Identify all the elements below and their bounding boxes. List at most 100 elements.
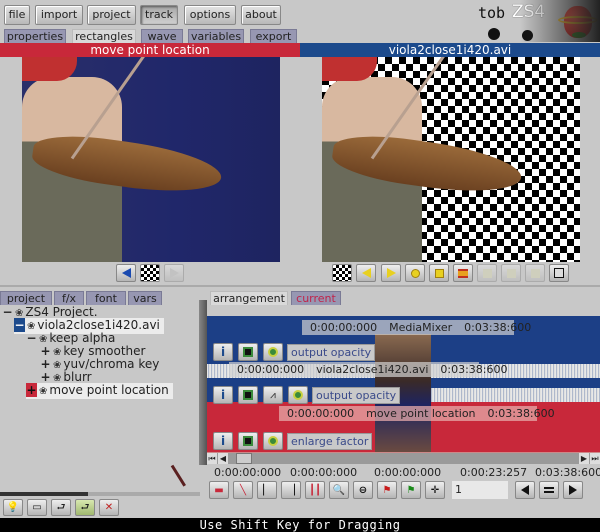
mark-in-button[interactable]: ▏	[257, 481, 277, 499]
menu-track[interactable]: track	[140, 5, 178, 25]
zoom-fit-icon	[554, 268, 564, 278]
range-button[interactable]: ┃┃	[305, 481, 325, 499]
frame-icon	[243, 347, 253, 357]
import-icon: ⮐	[56, 501, 66, 513]
timeline: 0:00:00:000 MediaMixer 0:03:38:600 i output …	[207, 316, 600, 452]
track-visibility-button[interactable]	[238, 386, 258, 404]
tab-variables[interactable]: variables	[188, 29, 244, 43]
track-parameter-label[interactable]: enlarge factor	[287, 433, 373, 450]
timeline-scrollbar[interactable]: ⏮ ◀ ▶ ⏭	[207, 452, 600, 464]
waveform-icon: ⩘	[270, 389, 276, 401]
center-button[interactable]: ✛	[425, 481, 445, 499]
circle-button[interactable]	[405, 264, 425, 282]
right-video-preview[interactable]	[322, 57, 580, 262]
tree-item-label: yuv/chroma key	[63, 357, 160, 371]
paste-button[interactable]	[525, 264, 545, 282]
help-button[interactable]: 💡	[3, 499, 23, 516]
scroll-start-button[interactable]: ⏮	[207, 453, 217, 464]
rewind-button[interactable]	[356, 264, 376, 282]
panel-tab-vars[interactable]: vars	[128, 291, 162, 305]
mark-in-icon: ▏	[263, 484, 271, 496]
split-track-button[interactable]: ▬	[209, 481, 229, 499]
rewind-icon	[361, 268, 371, 278]
red-flag-button[interactable]: ⚑	[377, 481, 397, 499]
track-connect-button[interactable]	[263, 432, 283, 450]
panel-splitter[interactable]	[199, 300, 207, 465]
zoom-fit-button[interactable]	[549, 264, 569, 282]
mark-out-button[interactable]: ▕	[281, 481, 301, 499]
delete-button[interactable]: ✕	[99, 499, 119, 516]
scroll-end-button[interactable]: ⏭	[590, 453, 600, 464]
expand-icon[interactable]: +	[40, 357, 51, 371]
track-connect-button[interactable]	[288, 386, 308, 404]
play-icon	[386, 268, 396, 278]
track-connect-button[interactable]	[263, 343, 283, 361]
panel-tab-fx[interactable]: f/x	[54, 291, 84, 305]
frame-icon	[243, 436, 253, 446]
menu-about[interactable]: about	[241, 5, 281, 25]
track-info-button[interactable]: i	[213, 386, 233, 404]
tab-export[interactable]: export	[250, 29, 297, 43]
info-icon: i	[220, 434, 226, 448]
tree-item-label: viola2close1i420.avi	[37, 318, 160, 332]
tree-item[interactable]: + ❀ move point location	[26, 383, 173, 399]
zoom-out-icon: ⊖	[358, 484, 368, 496]
open-folder-button[interactable]: ▭	[27, 499, 47, 516]
collapse-icon[interactable]: −	[26, 331, 37, 345]
transparency-toggle-button[interactable]	[140, 264, 160, 282]
track-info-button[interactable]: i	[213, 432, 233, 450]
step-forward-button[interactable]	[563, 481, 583, 499]
timeline-tab-arrangement[interactable]: arrangement	[210, 291, 288, 305]
hourglass-button[interactable]	[453, 264, 473, 282]
square-button[interactable]	[429, 264, 449, 282]
track-visibility-button[interactable]	[238, 432, 258, 450]
zoom-in-button[interactable]: 🔍	[329, 481, 349, 499]
track-parameter-label[interactable]: output opacity	[287, 344, 376, 361]
next-frame-button[interactable]	[164, 264, 184, 282]
menu-file[interactable]: file	[4, 5, 30, 25]
scroll-right-button[interactable]: ▶	[579, 453, 589, 464]
scroll-thumb[interactable]	[235, 453, 252, 464]
import-button[interactable]: ⮐	[51, 499, 71, 516]
face-icon	[488, 28, 500, 40]
timeline-tab-current[interactable]: current	[291, 291, 341, 305]
panel-tab-font[interactable]: font	[86, 291, 126, 305]
project-tree: − ❀ ZS4 Project. − ❀ viola2close1i420.avi − ❀ ke…	[0, 304, 198, 454]
track-parameter-label[interactable]: output opacity	[312, 387, 401, 404]
menu-project[interactable]: project	[87, 5, 136, 25]
frame-icon	[243, 390, 253, 400]
frame-step-field[interactable]: 1	[452, 481, 508, 499]
panel-tab-project[interactable]: project	[0, 291, 52, 305]
pen-tool-icon[interactable]	[170, 462, 190, 490]
mark-out-icon: ▕	[287, 484, 295, 496]
copy-button[interactable]	[501, 264, 521, 282]
menu-import[interactable]: import	[35, 5, 83, 25]
collapse-icon[interactable]: −	[14, 318, 25, 332]
hourglass-icon	[458, 268, 468, 278]
left-video-preview[interactable]	[22, 57, 280, 262]
equal-button[interactable]	[539, 481, 559, 499]
scroll-left-button[interactable]: ◀	[218, 453, 228, 464]
green-flag-button[interactable]: ⚑	[401, 481, 421, 499]
menu-options[interactable]: options	[184, 5, 236, 25]
expand-icon[interactable]: +	[40, 344, 51, 358]
play-button[interactable]	[381, 264, 401, 282]
cut-button[interactable]	[477, 264, 497, 282]
no-link-button[interactable]: ╲	[233, 481, 253, 499]
zoom-out-button[interactable]: ⊖	[353, 481, 373, 499]
expand-icon[interactable]: +	[26, 383, 37, 397]
track-wave-button[interactable]: ⩘	[263, 386, 283, 404]
export-button[interactable]: ⮐	[75, 499, 95, 516]
collapse-icon[interactable]: −	[2, 305, 13, 319]
step-back-button[interactable]	[515, 481, 535, 499]
track-info-button[interactable]: i	[213, 343, 233, 361]
tab-rectangles[interactable]: rectangles	[72, 29, 136, 43]
checker-button[interactable]	[332, 264, 352, 282]
tab-properties[interactable]: properties	[4, 29, 66, 43]
frame-step-value: 1	[455, 483, 462, 496]
track-start-time: 0:00:00:000	[287, 407, 355, 420]
track-visibility-button[interactable]	[238, 343, 258, 361]
expand-icon[interactable]: +	[40, 370, 51, 384]
prev-frame-button[interactable]	[116, 264, 136, 282]
tab-wave[interactable]: wave	[141, 29, 183, 43]
